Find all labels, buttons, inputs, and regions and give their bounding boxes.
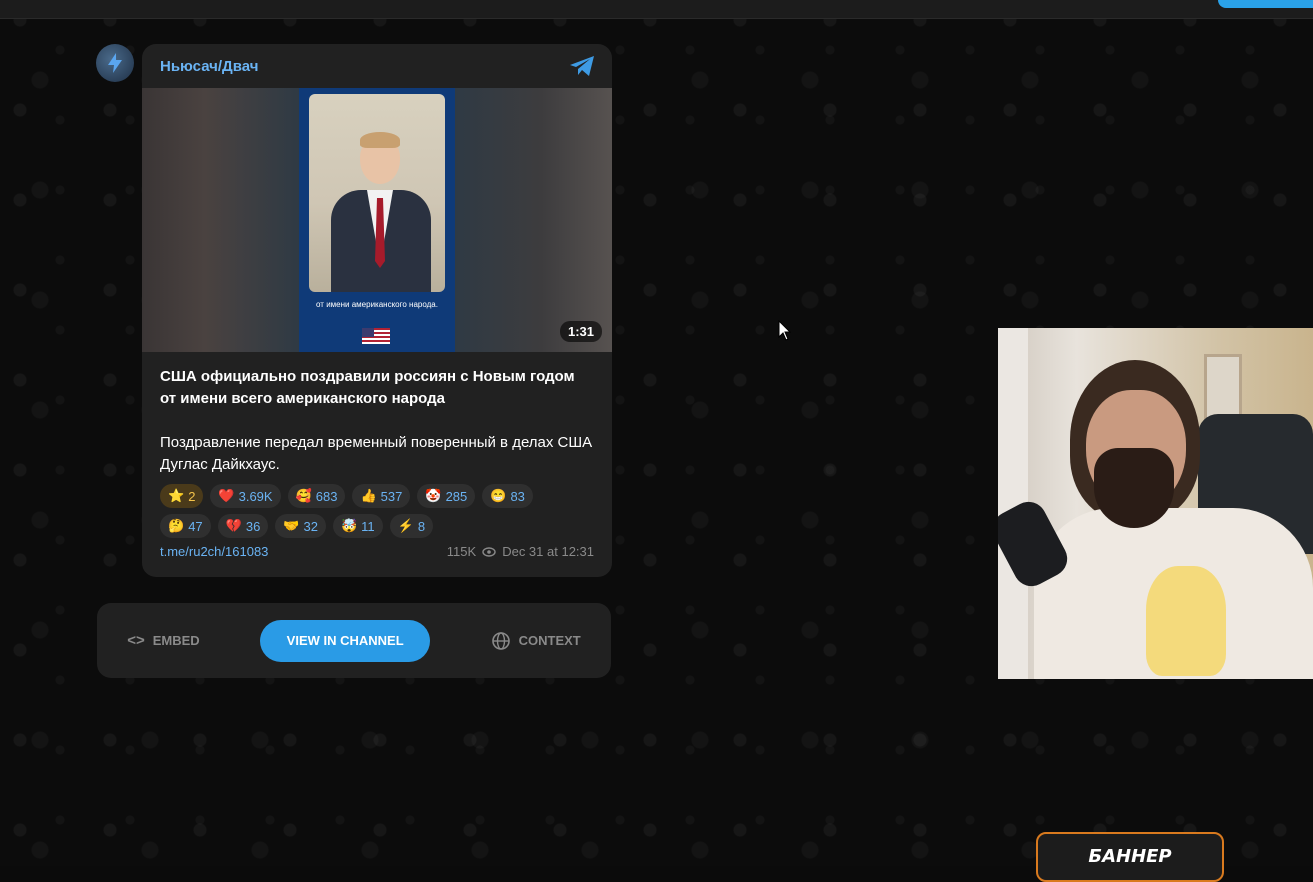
mouse-cursor-icon	[778, 320, 792, 341]
post-header: Ньюсач/Двач	[142, 44, 612, 88]
reaction-chip[interactable]: 🥰 683	[287, 484, 346, 508]
us-flag-icon	[362, 328, 390, 344]
post-card: Ньюсач/Двач от имени американского народ…	[142, 44, 612, 577]
streamer-beard	[1094, 448, 1174, 528]
reaction-chip[interactable]: ⭐ 2	[160, 484, 204, 508]
reaction-emoji-icon: ⭐	[168, 488, 185, 503]
top-bar-accent	[1218, 0, 1313, 8]
reaction-count: 36	[245, 518, 261, 534]
reaction-emoji-icon: 🤔	[168, 518, 185, 533]
speaker-hair	[360, 132, 400, 148]
reaction-emoji-icon: 😁	[490, 488, 507, 503]
embed-label: EMBED	[152, 633, 200, 648]
reaction-chip[interactable]: 🤝 32	[275, 514, 326, 538]
reaction-emoji-icon: 👍	[360, 488, 377, 503]
blurred-backdrop-left	[142, 88, 299, 352]
eye-icon	[482, 546, 496, 557]
lightning-icon	[108, 53, 122, 73]
video-scene	[309, 94, 445, 292]
reaction-chip[interactable]: ❤️ 3.69K	[210, 484, 281, 508]
reaction-count: 32	[303, 518, 318, 534]
reaction-count: 83	[510, 488, 525, 504]
reaction-count: 537	[380, 488, 403, 504]
telegram-icon[interactable]	[568, 54, 596, 78]
reaction-count: 683	[315, 488, 338, 504]
blurred-backdrop-right	[455, 88, 612, 352]
top-bar	[0, 0, 1313, 19]
reaction-emoji-icon: 🤡	[425, 488, 442, 503]
view-count: 115K	[446, 544, 477, 559]
reaction-count: 2	[188, 488, 196, 504]
reaction-chip[interactable]: 🤡 285	[417, 484, 476, 508]
reaction-chip[interactable]: 😁 83	[482, 484, 533, 508]
channel-name[interactable]: Ньюсач/Двач	[160, 58, 258, 75]
reaction-chip[interactable]: 🤔 47	[160, 514, 211, 538]
code-icon: <>	[127, 632, 145, 649]
reaction-emoji-icon: 💔	[225, 518, 242, 533]
webcam-overlay	[998, 328, 1313, 679]
reaction-count: 11	[361, 518, 375, 534]
reaction-emoji-icon: 🤝	[283, 518, 300, 533]
post-date: Dec 31 at 12:31	[502, 544, 594, 559]
video-frame: от имени американского народа.	[299, 88, 455, 352]
reaction-count: 47	[188, 518, 203, 534]
channel-avatar[interactable]	[96, 44, 134, 82]
reaction-count: 285	[445, 488, 468, 504]
context-label: CONTEXT	[518, 633, 581, 648]
video-thumbnail[interactable]: от имени американского народа. 1:31	[142, 88, 612, 352]
post-title: США официально поздравили россиян с Новы…	[160, 368, 575, 407]
reaction-count: 3.69K	[238, 488, 273, 504]
post-meta: 115K Dec 31 at 12:31	[447, 544, 594, 559]
reactions-bar: ⭐ 2 ❤️ 3.69K 🥰 683 👍 537 🤡 285 😁 83 🤔 47 💔 36 🤝 32 🤯 11 ⚡ 8	[160, 484, 590, 538]
reaction-emoji-icon: ⚡	[397, 518, 414, 533]
video-caption: от имени американского народа.	[316, 300, 438, 309]
view-in-channel-button[interactable]: VIEW IN CHANNEL	[260, 619, 431, 662]
banner-text: БАННЕР	[1088, 846, 1172, 867]
reaction-count: 8	[417, 518, 426, 534]
video-duration: 1:31	[559, 321, 602, 342]
reaction-chip[interactable]: 👍 537	[352, 484, 411, 508]
globe-icon	[491, 631, 510, 650]
post-description: Поздравление передал временный поверенны…	[160, 434, 593, 473]
post-footer: t.me/ru2ch/161083 115K Dec 31 at 12:31	[160, 544, 594, 559]
embed-button[interactable]: <> EMBED	[127, 632, 199, 649]
reaction-emoji-icon: ❤️	[218, 488, 235, 503]
reaction-chip[interactable]: 🤯 11	[332, 514, 383, 538]
post-link[interactable]: t.me/ru2ch/161083	[160, 544, 268, 559]
reaction-emoji-icon: 🥰	[295, 488, 312, 503]
post-body: США официально поздравили россиян с Новы…	[142, 352, 612, 559]
shirt-print	[1146, 566, 1226, 676]
post-actions: <> EMBED VIEW IN CHANNEL CONTEXT	[97, 603, 611, 678]
context-button[interactable]: CONTEXT	[491, 631, 581, 651]
banner-widget: БАННЕР	[1036, 832, 1224, 882]
reaction-chip[interactable]: ⚡ 8	[389, 514, 434, 538]
webcam-wall-picture	[1204, 354, 1242, 422]
reaction-chip[interactable]: 💔 36	[217, 514, 269, 538]
reaction-emoji-icon: 🤯	[340, 518, 358, 533]
